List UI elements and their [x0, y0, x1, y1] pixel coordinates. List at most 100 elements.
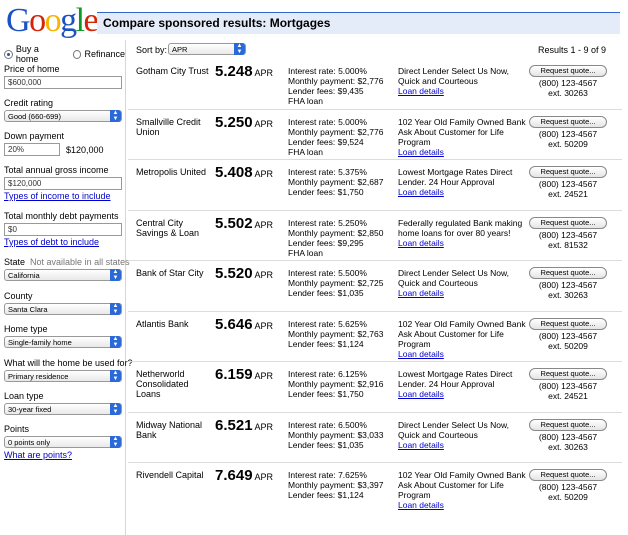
apr-unit: APR: [254, 270, 274, 280]
results-list: Gotham City Trust 5.248 APR Interest rate…: [128, 59, 622, 514]
loan-details-link[interactable]: Loan details: [398, 440, 528, 450]
loan-details-link[interactable]: Loan details: [398, 288, 528, 298]
state-select[interactable]: California ▲ ▼: [4, 269, 122, 281]
loan-term: Interest rate: 6.125%: [288, 369, 367, 379]
home-type-select[interactable]: Single-family home ▲ ▼: [4, 336, 122, 348]
sort-bar: Sort by: APR ▲ ▼ Results 1 - 9 of 9: [136, 42, 620, 58]
apr-unit: APR: [254, 68, 274, 78]
home-use-field: What will the home be used for? Primary …: [4, 358, 133, 382]
income-input[interactable]: $120,000: [4, 177, 122, 190]
buy-radio[interactable]: [4, 49, 13, 59]
select-arrows-icon: ▲ ▼: [110, 110, 121, 122]
loan-details-link[interactable]: Loan details: [398, 349, 528, 359]
loan-term: FHA loan: [288, 146, 323, 157]
loan-term: Lender fees: $1,035: [288, 439, 364, 450]
loan-details-link[interactable]: Loan details: [398, 147, 528, 157]
apr-number: 5.250: [215, 113, 253, 131]
select-arrows-icon: ▲ ▼: [110, 436, 121, 448]
request-quote-button[interactable]: Request quote...: [529, 317, 607, 330]
apr-number: 5.248: [215, 63, 253, 80]
loan-term: Monthly payment: $2,725: [288, 278, 384, 288]
request-quote-button[interactable]: Request quote...: [529, 166, 607, 178]
loan-details-link[interactable]: Loan details: [398, 187, 528, 197]
request-quote-button[interactable]: Request quote...: [529, 216, 607, 229]
what-are-points-link[interactable]: What are points?: [4, 450, 122, 460]
loan-terms: Interest rate: 5.375% Monthly payment: $2…: [288, 167, 394, 197]
apr-unit: APR: [254, 472, 274, 482]
down-payment-input[interactable]: 20%: [4, 143, 60, 156]
loan-term: Interest rate: 5.500%: [288, 268, 367, 278]
state-value: California: [8, 271, 40, 280]
refinance-radio[interactable]: [72, 49, 82, 59]
loan-term: Interest rate: 5.375%: [288, 167, 367, 177]
lender-contact: Request quote... (800) 123-4567 ext. 815…: [529, 216, 607, 250]
loan-details-link[interactable]: Loan details: [398, 238, 528, 248]
down-payment-amount: $120,000: [66, 144, 104, 155]
request-quote-button[interactable]: Request quote...: [529, 418, 607, 431]
purpose-toggle: Buy a home Refinance: [4, 44, 125, 64]
loan-type-select[interactable]: 30-year fixed ▲ ▼: [4, 403, 122, 415]
loan-details-link[interactable]: Loan details: [398, 86, 528, 96]
points-select[interactable]: 0 points only ▲ ▼: [4, 436, 122, 448]
loan-type-field: Loan type 30-year fixed ▲ ▼: [4, 391, 122, 415]
logo-letter: G: [6, 2, 31, 39]
loan-terms: Interest rate: 5.625% Monthly payment: $2…: [288, 319, 394, 349]
loan-term: Monthly payment: $2,776: [288, 76, 384, 86]
debt-input[interactable]: $0: [4, 223, 122, 236]
county-select[interactable]: Santa Clara ▲ ▼: [4, 303, 122, 315]
home-type-value: Single-family home: [8, 338, 72, 347]
request-quote-button[interactable]: Request quote...: [529, 469, 607, 481]
request-quote-button[interactable]: Request quote...: [529, 368, 607, 380]
apr-number: 5.646: [215, 315, 253, 333]
loan-terms: Interest rate: 7.625% Monthly payment: $3…: [288, 470, 394, 500]
phone-extension: ext. 30263: [548, 88, 588, 98]
phone-number: (800) 123-4567: [538, 330, 598, 341]
debt-types-link[interactable]: Types of debt to include: [4, 237, 122, 247]
loan-details-link[interactable]: Loan details: [398, 389, 528, 399]
lender-description: 102 Year Old Family Owned Bank Ask About…: [398, 319, 528, 359]
request-quote-button[interactable]: Request quote...: [529, 115, 607, 128]
apr-value: 6.159 APR: [215, 366, 273, 383]
lender-name: Smallville Credit Union: [136, 116, 201, 137]
lender-contact: Request quote... (800) 123-4567 ext. 502…: [529, 317, 607, 351]
result-row: Atlantis Bank 5.646 APR Interest rate: 5.…: [128, 312, 622, 362]
description-text: Direct Lender Select Us Now, Quick and C…: [398, 268, 510, 288]
price-input[interactable]: $600,000: [4, 76, 122, 89]
loan-term: Lender fees: $1,124: [288, 490, 364, 500]
phone-number: (800) 123-4567: [538, 431, 598, 442]
lender-name: Netherworld Consolidated Loans: [136, 369, 189, 399]
result-row: Metropolis United 5.408 APR Interest rate…: [128, 160, 622, 211]
home-use-label: What will the home be used for?: [4, 358, 133, 368]
income-label: Total annual gross income: [4, 165, 109, 175]
result-row: Midway National Bank 6.521 APR Interest r…: [128, 413, 622, 463]
phone-number: (800) 123-4567: [538, 179, 598, 189]
buy-label: Buy a home: [15, 44, 39, 64]
county-value: Santa Clara: [8, 305, 48, 314]
loan-term: Monthly payment: $2,687: [288, 177, 384, 187]
state-note: Not available in all states: [30, 257, 130, 267]
logo-letter: o: [29, 2, 46, 39]
apr-value: 7.649 APR: [215, 467, 273, 484]
apr-value: 5.408 APR: [215, 164, 273, 181]
credit-select[interactable]: Good (660-699) ▲ ▼: [4, 110, 122, 122]
loan-term: Interest rate: 7.625%: [288, 470, 367, 480]
request-quote-button[interactable]: Request quote...: [529, 267, 607, 279]
loan-term: Interest rate: 5.625%: [288, 318, 367, 329]
income-types-link[interactable]: Types of income to include: [4, 191, 122, 201]
result-row: Rivendell Capital 7.649 APR Interest rate…: [128, 463, 622, 514]
home-use-value: Primary residence: [8, 372, 69, 381]
debt-field: Total monthly debt payments $0 Types of …: [4, 211, 122, 247]
loan-details-link[interactable]: Loan details: [398, 500, 528, 510]
home-use-select[interactable]: Primary residence ▲ ▼: [4, 370, 122, 382]
phone-extension: ext. 30263: [548, 290, 588, 300]
loan-term: FHA loan: [288, 96, 323, 106]
result-row: Gotham City Trust 5.248 APR Interest rate…: [128, 59, 622, 110]
description-text: 102 Year Old Family Owned Bank Ask About…: [398, 470, 526, 500]
sort-select[interactable]: APR ▲ ▼: [168, 43, 246, 55]
credit-label: Credit rating: [4, 98, 54, 108]
loan-term: Lender fees: $1,750: [288, 389, 364, 399]
lender-contact: Request quote... (800) 123-4567 ext. 302…: [529, 267, 607, 300]
loan-term: Lender fees: $1,750: [288, 187, 364, 197]
request-quote-button[interactable]: Request quote...: [529, 65, 607, 77]
google-logo[interactable]: Google: [6, 2, 99, 40]
